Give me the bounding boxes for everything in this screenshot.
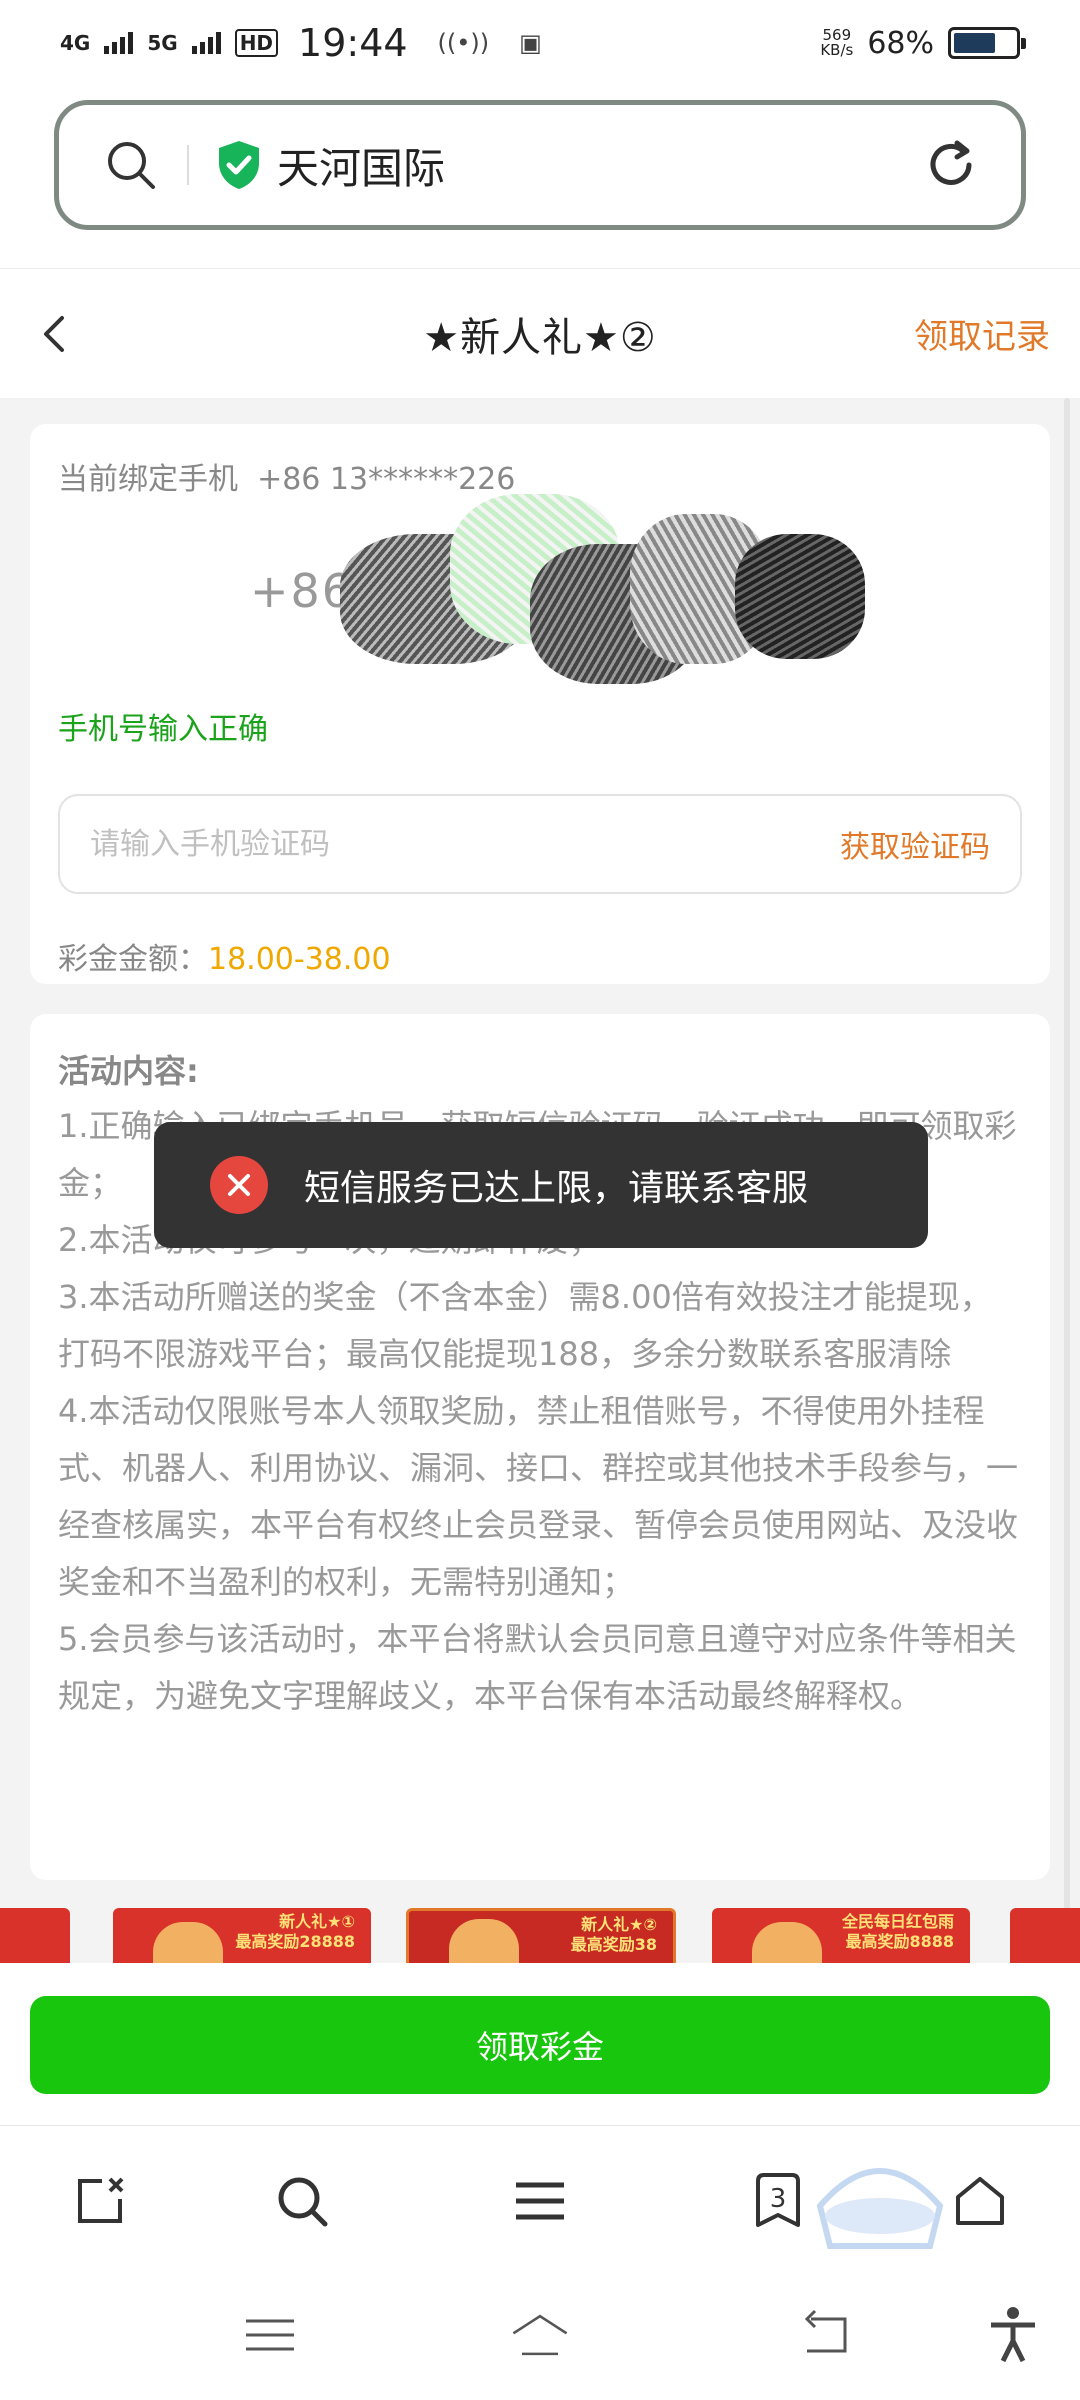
hd-badge: HD xyxy=(234,29,279,57)
status-bar-left: 4G 5G HD 19:44 ((•)) ▣ xyxy=(60,21,542,65)
get-code-button[interactable]: 获取验证码 xyxy=(840,822,990,866)
claim-bonus-button[interactable]: 领取彩金 xyxy=(30,1996,1050,2094)
reload-icon[interactable] xyxy=(921,135,981,195)
signal-bars-icon xyxy=(104,32,134,54)
bonus-amount-value: 18.00-38.00 xyxy=(208,942,391,977)
browser-toolbar: 3 xyxy=(0,2125,1080,2275)
address-bar[interactable]: 天河国际 xyxy=(54,100,1026,230)
site-name[interactable]: 天河国际 xyxy=(277,135,445,196)
banner-subtitle: 最高奖励28888 xyxy=(235,1932,355,1951)
speed-unit: KB/s xyxy=(820,41,854,59)
error-close-icon xyxy=(210,1156,268,1214)
banner-title: 全民每日红包雨 xyxy=(841,1912,954,1931)
claim-records-link[interactable]: 领取记录 xyxy=(914,309,1050,358)
tabs-count: 3 xyxy=(770,2184,787,2214)
banner-text: 新人礼★① 最高奖励28888 xyxy=(235,1912,355,1952)
network-speed: 569 KB/s xyxy=(820,28,853,58)
close-page-button[interactable] xyxy=(70,2171,130,2231)
accessibility-button[interactable] xyxy=(983,2305,1043,2365)
search-icon[interactable] xyxy=(274,2173,330,2229)
promo-banner[interactable]: 新人礼★① 最高奖励28888 xyxy=(113,1908,371,1968)
battery-percent: 68% xyxy=(867,25,934,61)
network-5g-label: 5G xyxy=(147,31,178,55)
promo-banner[interactable]: 全民每日红包雨 最高奖励8888 xyxy=(712,1908,970,1968)
banner-mascot-image xyxy=(752,1922,822,1968)
bound-phone-value: +86 13******226 xyxy=(257,462,516,497)
close-page-icon[interactable] xyxy=(72,2173,128,2229)
signal-bars-icon xyxy=(191,32,221,54)
phone-valid-message: 手机号输入正确 xyxy=(58,712,268,747)
notification-icon: ▣ xyxy=(519,29,542,57)
banner-title: 新人礼★① xyxy=(279,1912,355,1931)
accessibility-icon[interactable] xyxy=(985,2305,1041,2365)
error-toast: 短信服务已达上限，请联系客服 xyxy=(154,1122,928,1248)
phone-prefix: +86 xyxy=(250,564,354,618)
back-button[interactable] xyxy=(24,304,84,364)
menu-button[interactable] xyxy=(510,2171,570,2231)
recents-button[interactable] xyxy=(240,2305,300,2365)
network-4g-label: 4G xyxy=(60,31,91,55)
toast-message: 短信服务已达上限，请联系客服 xyxy=(304,1168,809,1209)
bound-phone-row: 当前绑定手机 +86 13******226 xyxy=(58,454,515,498)
rule-item: 4.本活动仅限账号本人领取奖励，禁止租借账号，不得使用外挂程式、机器人、利用协议… xyxy=(58,1392,1019,1601)
battery-fill xyxy=(954,33,995,53)
rules-title: 活动内容: xyxy=(58,1052,199,1090)
home-nav-icon[interactable] xyxy=(510,2307,570,2363)
system-navigation-bar xyxy=(0,2275,1080,2400)
status-bar-right: 569 KB/s 68% xyxy=(820,25,1026,61)
home-icon[interactable] xyxy=(952,2173,1008,2229)
banner-mascot-image xyxy=(153,1922,223,1968)
home-button[interactable] xyxy=(950,2171,1010,2231)
claim-area: 领取彩金 xyxy=(0,1963,1080,2123)
back-nav-icon[interactable] xyxy=(797,2307,853,2363)
page-header: ★新人礼★② 领取记录 xyxy=(0,268,1080,398)
battery-icon xyxy=(948,27,1026,59)
redaction-scribble xyxy=(735,534,865,659)
banner-text: 全民每日红包雨 最高奖励8888 xyxy=(842,1912,954,1952)
promo-banner-partial[interactable] xyxy=(0,1908,70,1968)
verification-code-input[interactable] xyxy=(90,826,840,862)
home-nav-button[interactable] xyxy=(510,2305,570,2365)
status-bar: 4G 5G HD 19:44 ((•)) ▣ 569 KB/s 68% xyxy=(0,0,1080,86)
hotspot-icon: ((•)) xyxy=(437,29,490,57)
promo-banner-strip[interactable]: 新人礼★① 最高奖励28888 新人礼★② 最高奖励38 全民每日红包雨 最高奖… xyxy=(0,1908,1080,1968)
address-divider xyxy=(187,145,189,185)
bonus-amount-label: 彩金金额： xyxy=(58,942,208,977)
banner-mascot-image xyxy=(449,1919,519,1965)
rule-item: 3.本活动所赠送的奖金（不含本金）需8.00倍有效投注才能提现，打码不限游戏平台… xyxy=(58,1278,992,1373)
promo-banner-selected[interactable]: 新人礼★② 最高奖励38 xyxy=(406,1908,676,1968)
banner-subtitle: 最高奖励8888 xyxy=(845,1932,954,1951)
banner-subtitle: 最高奖励38 xyxy=(570,1935,657,1954)
scrollbar[interactable] xyxy=(1064,398,1070,1928)
search-icon[interactable] xyxy=(103,137,159,193)
banner-text: 新人礼★② 最高奖励38 xyxy=(571,1915,657,1955)
chevron-left-icon[interactable] xyxy=(34,312,74,356)
verification-code-field[interactable]: 获取验证码 xyxy=(58,794,1022,894)
recents-menu-icon[interactable] xyxy=(242,2307,298,2363)
bound-phone-label: 当前绑定手机 xyxy=(58,462,238,497)
secure-shield-icon xyxy=(215,139,263,191)
search-button[interactable] xyxy=(272,2171,332,2231)
tabs-button[interactable]: 3 xyxy=(748,2171,808,2231)
bonus-amount-row: 彩金金额：18.00-38.00 xyxy=(58,934,391,978)
rule-item: 5.会员参与该活动时，本平台将默认会员同意且遵守对应条件等相关规定，为避免文字理… xyxy=(58,1620,1017,1715)
floating-assistant-icon[interactable] xyxy=(810,2156,950,2256)
menu-icon[interactable] xyxy=(512,2173,568,2229)
phone-bind-card: 当前绑定手机 +86 13******226 +86 手机号输入正确 获取验证码… xyxy=(30,424,1050,984)
back-nav-button[interactable] xyxy=(795,2305,855,2365)
banner-title: 新人礼★② xyxy=(581,1915,657,1934)
promo-banner-partial[interactable] xyxy=(1010,1908,1080,1968)
page-title: ★新人礼★② xyxy=(423,314,657,361)
tabs-icon[interactable]: 3 xyxy=(750,2171,806,2231)
clock: 19:44 xyxy=(298,21,408,65)
